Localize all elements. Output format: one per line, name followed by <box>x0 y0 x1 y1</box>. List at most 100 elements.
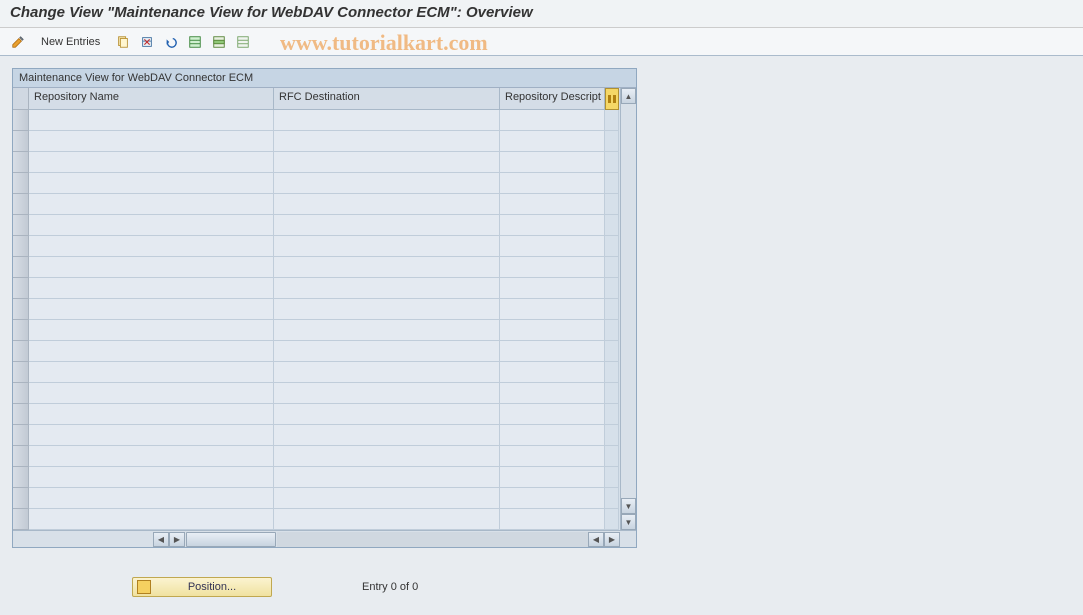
hscroll-thumb[interactable] <box>186 532 276 547</box>
table-cell[interactable] <box>274 425 500 446</box>
table-cell[interactable] <box>500 446 605 467</box>
row-selector[interactable] <box>13 194 29 215</box>
table-row[interactable] <box>29 257 620 278</box>
table-cell[interactable] <box>29 509 274 530</box>
table-row[interactable] <box>29 278 620 299</box>
table-cell[interactable] <box>500 215 605 236</box>
table-cell[interactable] <box>274 257 500 278</box>
table-cell[interactable] <box>29 110 274 131</box>
table-cell[interactable] <box>29 404 274 425</box>
table-cell[interactable] <box>274 131 500 152</box>
table-cell[interactable] <box>29 152 274 173</box>
table-cell[interactable] <box>29 341 274 362</box>
table-cell[interactable] <box>29 194 274 215</box>
table-cell[interactable] <box>274 299 500 320</box>
table-cell[interactable] <box>500 236 605 257</box>
row-selector[interactable] <box>13 425 29 446</box>
row-selector[interactable] <box>13 383 29 404</box>
table-row[interactable] <box>29 467 620 488</box>
row-selector[interactable] <box>13 257 29 278</box>
table-cell[interactable] <box>274 215 500 236</box>
table-cell[interactable] <box>29 467 274 488</box>
table-row[interactable] <box>29 341 620 362</box>
table-cell[interactable] <box>29 320 274 341</box>
table-row[interactable] <box>29 110 620 131</box>
toggle-change-button[interactable] <box>8 32 28 52</box>
column-header-rfc-destination[interactable]: RFC Destination <box>274 88 500 110</box>
row-selector[interactable] <box>13 488 29 509</box>
table-row[interactable] <box>29 425 620 446</box>
table-cell[interactable] <box>500 362 605 383</box>
table-cell[interactable] <box>29 383 274 404</box>
table-cell[interactable] <box>274 362 500 383</box>
row-selector[interactable] <box>13 278 29 299</box>
table-cell[interactable] <box>29 299 274 320</box>
table-cell[interactable] <box>274 509 500 530</box>
table-row[interactable] <box>29 404 620 425</box>
row-selector[interactable] <box>13 320 29 341</box>
table-row[interactable] <box>29 320 620 341</box>
row-selector[interactable] <box>13 404 29 425</box>
table-cell[interactable] <box>29 173 274 194</box>
table-cell[interactable] <box>274 383 500 404</box>
scroll-right-button[interactable]: ▶ <box>604 532 620 547</box>
scroll-right-step-button[interactable]: ▶ <box>169 532 185 547</box>
table-cell[interactable] <box>500 404 605 425</box>
table-cell[interactable] <box>274 110 500 131</box>
table-cell[interactable] <box>500 488 605 509</box>
scroll-left-end-button[interactable]: ◀ <box>588 532 604 547</box>
hscroll-track[interactable] <box>277 532 588 547</box>
table-cell[interactable] <box>500 152 605 173</box>
table-cell[interactable] <box>500 278 605 299</box>
table-row[interactable] <box>29 509 620 530</box>
table-cell[interactable] <box>500 131 605 152</box>
row-selector[interactable] <box>13 152 29 173</box>
table-cell[interactable] <box>274 236 500 257</box>
table-cell[interactable] <box>500 341 605 362</box>
table-row[interactable] <box>29 215 620 236</box>
table-cell[interactable] <box>274 320 500 341</box>
table-cell[interactable] <box>274 467 500 488</box>
row-selector[interactable] <box>13 446 29 467</box>
undo-button[interactable] <box>161 32 181 52</box>
table-row[interactable] <box>29 236 620 257</box>
row-selector-header[interactable] <box>13 88 29 110</box>
scroll-down-button-2[interactable]: ▼ <box>621 514 636 530</box>
column-header-repository-name[interactable]: Repository Name <box>29 88 274 110</box>
table-cell[interactable] <box>29 215 274 236</box>
configure-columns-button[interactable] <box>605 88 619 110</box>
row-selector[interactable] <box>13 299 29 320</box>
table-cell[interactable] <box>29 236 274 257</box>
table-cell[interactable] <box>274 152 500 173</box>
table-cell[interactable] <box>500 467 605 488</box>
table-cell[interactable] <box>500 509 605 530</box>
table-cell[interactable] <box>500 320 605 341</box>
row-selector[interactable] <box>13 467 29 488</box>
position-button[interactable]: Position... <box>132 577 272 597</box>
table-cell[interactable] <box>274 404 500 425</box>
vscroll-track[interactable] <box>621 104 636 498</box>
row-selector[interactable] <box>13 236 29 257</box>
table-cell[interactable] <box>29 362 274 383</box>
table-row[interactable] <box>29 131 620 152</box>
table-row[interactable] <box>29 362 620 383</box>
copy-as-button[interactable] <box>113 32 133 52</box>
table-row[interactable] <box>29 446 620 467</box>
table-row[interactable] <box>29 488 620 509</box>
select-block-button[interactable] <box>209 32 229 52</box>
row-selector[interactable] <box>13 131 29 152</box>
table-cell[interactable] <box>500 173 605 194</box>
table-cell[interactable] <box>500 257 605 278</box>
table-cell[interactable] <box>274 278 500 299</box>
table-cell[interactable] <box>29 257 274 278</box>
row-selector[interactable] <box>13 341 29 362</box>
table-cell[interactable] <box>29 488 274 509</box>
table-cell[interactable] <box>274 341 500 362</box>
column-header-repository-descript[interactable]: Repository Descript <box>500 88 605 110</box>
new-entries-button[interactable]: New Entries <box>32 32 109 52</box>
row-selector[interactable] <box>13 110 29 131</box>
table-cell[interactable] <box>29 131 274 152</box>
scroll-down-button[interactable]: ▼ <box>621 498 636 514</box>
table-cell[interactable] <box>29 278 274 299</box>
deselect-all-button[interactable] <box>233 32 253 52</box>
